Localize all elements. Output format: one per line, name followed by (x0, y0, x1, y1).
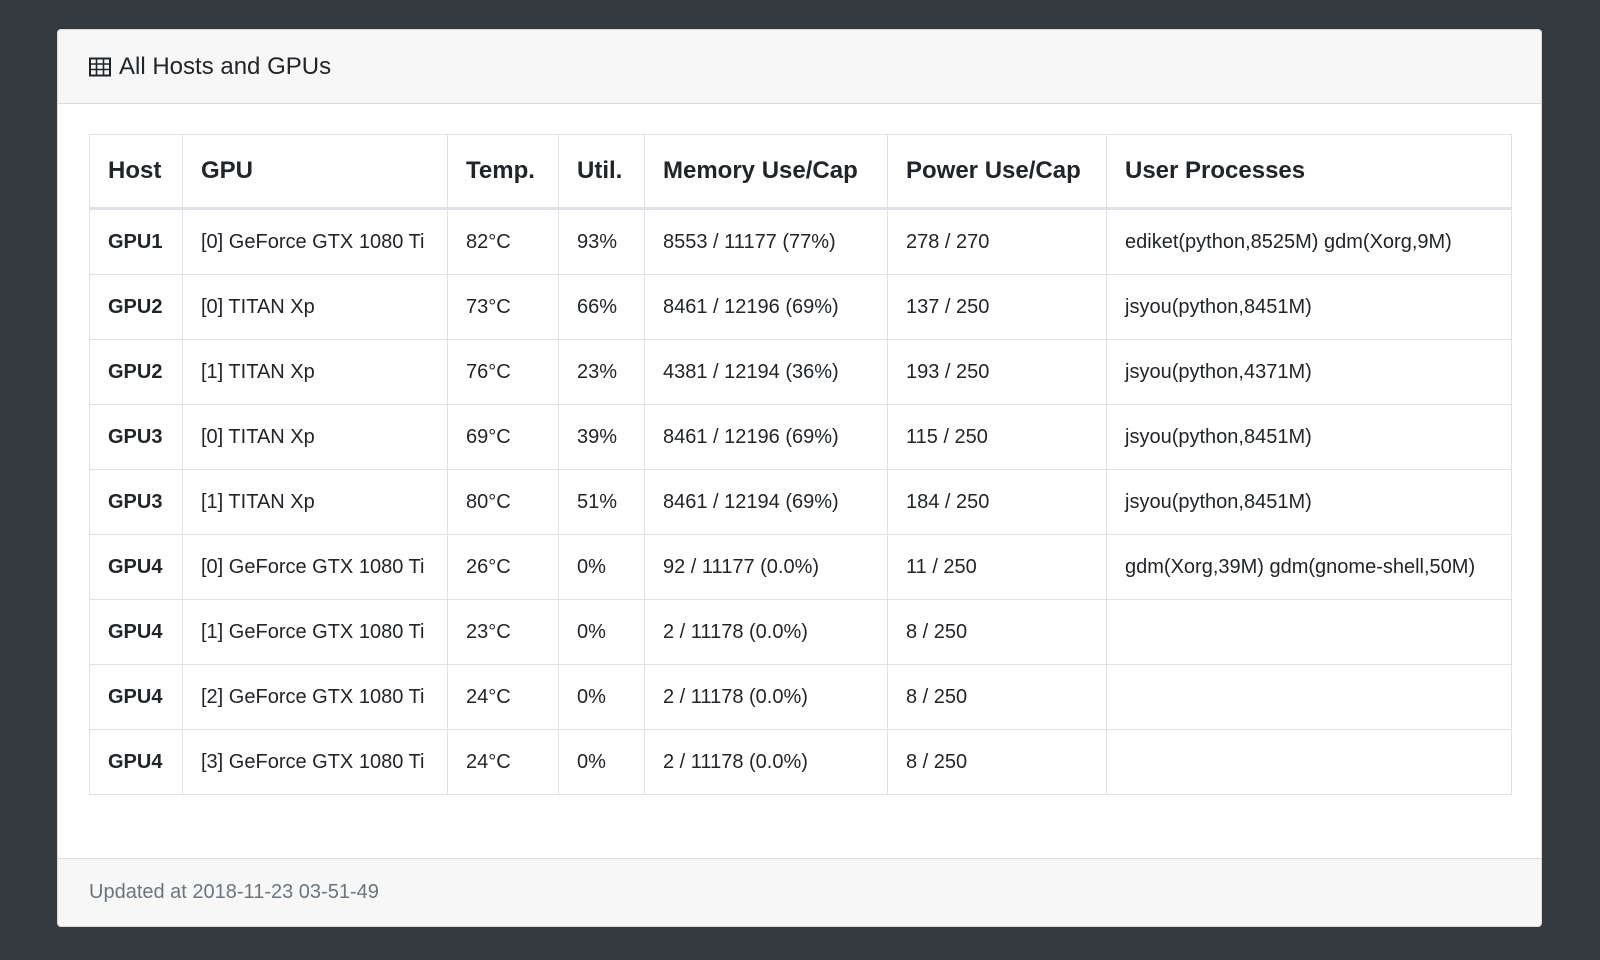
gpu-cell: [1] TITAN Xp (182, 339, 448, 405)
temp-cell: 80°C (447, 469, 559, 535)
gpu-cell: [0] TITAN Xp (182, 404, 448, 470)
header-user-processes: User Processes (1106, 134, 1512, 210)
processes-cell: jsyou(python,8451M) (1106, 404, 1512, 470)
util-cell: 0% (558, 534, 645, 600)
table-row: GPU3 [1] TITAN Xp 80°C 51% 8461 / 12194 … (89, 469, 1512, 535)
table-row: GPU2 [0] TITAN Xp 73°C 66% 8461 / 12196 … (89, 274, 1512, 340)
memory-cell: 8553 / 11177 (77%) (644, 208, 888, 275)
power-cell: 137 / 250 (887, 274, 1107, 340)
table-row: GPU3 [0] TITAN Xp 69°C 39% 8461 / 12196 … (89, 404, 1512, 470)
memory-cell: 4381 / 12194 (36%) (644, 339, 888, 405)
power-cell: 11 / 250 (887, 534, 1107, 600)
processes-cell: jsyou(python,4371M) (1106, 339, 1512, 405)
processes-cell (1106, 664, 1512, 730)
gpu-cell: [1] TITAN Xp (182, 469, 448, 535)
temp-cell: 82°C (447, 208, 559, 275)
gpu-cell: [0] GeForce GTX 1080 Ti (182, 534, 448, 600)
power-cell: 184 / 250 (887, 469, 1107, 535)
host-cell: GPU4 (89, 534, 183, 600)
table-row: GPU4 [1] GeForce GTX 1080 Ti 23°C 0% 2 /… (89, 599, 1512, 665)
updated-timestamp: Updated at 2018-11-23 03-51-49 (89, 881, 379, 903)
gpu-cell: [2] GeForce GTX 1080 Ti (182, 664, 448, 730)
processes-cell: jsyou(python,8451M) (1106, 274, 1512, 340)
host-cell: GPU2 (89, 339, 183, 405)
util-cell: 0% (558, 729, 645, 795)
host-cell: GPU4 (89, 599, 183, 665)
table-row: GPU4 [0] GeForce GTX 1080 Ti 26°C 0% 92 … (89, 534, 1512, 600)
card-header: All Hosts and GPUs (58, 30, 1541, 104)
memory-cell: 8461 / 12196 (69%) (644, 274, 888, 340)
table-row: GPU2 [1] TITAN Xp 76°C 23% 4381 / 12194 … (89, 339, 1512, 405)
table-icon (89, 57, 111, 77)
memory-cell: 8461 / 12194 (69%) (644, 469, 888, 535)
util-cell: 0% (558, 664, 645, 730)
table-header-row: Host GPU Temp. Util. Memory Use/Cap Powe… (89, 134, 1512, 210)
memory-cell: 2 / 11178 (0.0%) (644, 729, 888, 795)
power-cell: 8 / 250 (887, 664, 1107, 730)
card-title: All Hosts and GPUs (119, 52, 332, 80)
processes-cell (1106, 599, 1512, 665)
power-cell: 115 / 250 (887, 404, 1107, 470)
temp-cell: 24°C (447, 729, 559, 795)
temp-cell: 26°C (447, 534, 559, 600)
power-cell: 278 / 270 (887, 208, 1107, 275)
processes-cell: gdm(Xorg,39M) gdm(gnome-shell,50M) (1106, 534, 1512, 600)
header-util: Util. (558, 134, 645, 210)
gpu-cell: [0] TITAN Xp (182, 274, 448, 340)
gpu-table: Host GPU Temp. Util. Memory Use/Cap Powe… (89, 134, 1512, 795)
gpu-status-card: All Hosts and GPUs Host GPU Temp. Util. … (57, 29, 1542, 927)
host-cell: GPU1 (89, 208, 183, 275)
host-cell: GPU3 (89, 404, 183, 470)
table-row: GPU4 [3] GeForce GTX 1080 Ti 24°C 0% 2 /… (89, 729, 1512, 795)
memory-cell: 92 / 11177 (0.0%) (644, 534, 888, 600)
power-cell: 193 / 250 (887, 339, 1107, 405)
memory-cell: 2 / 11178 (0.0%) (644, 599, 888, 665)
card-footer: Updated at 2018-11-23 03-51-49 (58, 858, 1541, 926)
table-row: GPU4 [2] GeForce GTX 1080 Ti 24°C 0% 2 /… (89, 664, 1512, 730)
memory-cell: 8461 / 12196 (69%) (644, 404, 888, 470)
util-cell: 23% (558, 339, 645, 405)
host-cell: GPU3 (89, 469, 183, 535)
header-temp: Temp. (447, 134, 559, 210)
temp-cell: 69°C (447, 404, 559, 470)
header-power: Power Use/Cap (887, 134, 1107, 210)
util-cell: 66% (558, 274, 645, 340)
power-cell: 8 / 250 (887, 599, 1107, 665)
temp-cell: 76°C (447, 339, 559, 405)
processes-cell (1106, 729, 1512, 795)
header-host: Host (89, 134, 183, 210)
host-cell: GPU2 (89, 274, 183, 340)
host-cell: GPU4 (89, 729, 183, 795)
temp-cell: 73°C (447, 274, 559, 340)
memory-cell: 2 / 11178 (0.0%) (644, 664, 888, 730)
temp-cell: 23°C (447, 599, 559, 665)
header-gpu: GPU (182, 134, 448, 210)
gpu-cell: [1] GeForce GTX 1080 Ti (182, 599, 448, 665)
table-row: GPU1 [0] GeForce GTX 1080 Ti 82°C 93% 85… (89, 208, 1512, 275)
host-cell: GPU4 (89, 664, 183, 730)
util-cell: 0% (558, 599, 645, 665)
util-cell: 39% (558, 404, 645, 470)
util-cell: 93% (558, 208, 645, 275)
temp-cell: 24°C (447, 664, 559, 730)
processes-cell: ediket(python,8525M) gdm(Xorg,9M) (1106, 208, 1512, 275)
util-cell: 51% (558, 469, 645, 535)
card-body: Host GPU Temp. Util. Memory Use/Cap Powe… (58, 104, 1541, 825)
processes-cell: jsyou(python,8451M) (1106, 469, 1512, 535)
header-memory: Memory Use/Cap (644, 134, 888, 210)
power-cell: 8 / 250 (887, 729, 1107, 795)
gpu-cell: [0] GeForce GTX 1080 Ti (182, 208, 448, 275)
gpu-cell: [3] GeForce GTX 1080 Ti (182, 729, 448, 795)
